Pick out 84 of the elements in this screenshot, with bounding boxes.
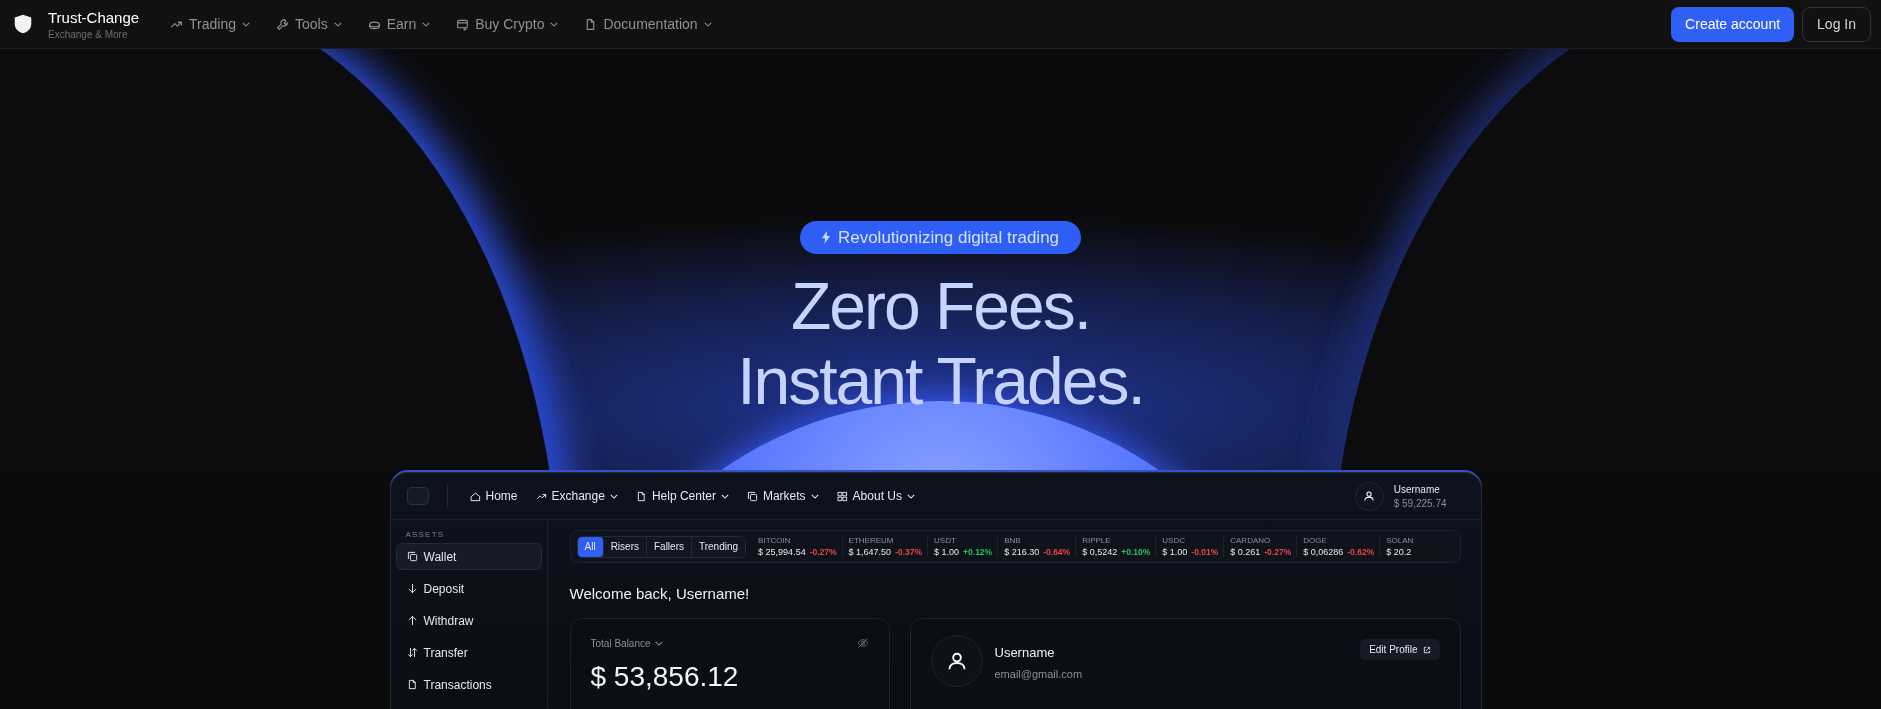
total-balance-dropdown[interactable]: Total Balance xyxy=(590,637,663,649)
price-change: -0.27% xyxy=(809,547,837,557)
stack-icon xyxy=(746,490,758,502)
caret-icon xyxy=(703,21,712,27)
home-icon xyxy=(469,490,481,502)
coin-name: RIPPLE xyxy=(1082,536,1112,545)
hero-headline: Zero Fees. xyxy=(790,269,1091,344)
coin-price: $ 20.2 xyxy=(1386,547,1412,557)
filter-tab[interactable]: Fallers xyxy=(646,536,692,557)
coin-name: USDT xyxy=(934,536,957,545)
create-account-button[interactable]: Create account xyxy=(1671,6,1795,42)
coin-name: DOGE xyxy=(1303,536,1328,545)
coin-name: BNB xyxy=(1004,536,1022,545)
brand-tagline: Exchange & More xyxy=(48,28,129,40)
price-change: -0.37% xyxy=(895,547,923,557)
lightning-icon xyxy=(821,231,830,244)
wrench-icon xyxy=(275,17,289,31)
app-nav-item[interactable]: Markets xyxy=(746,489,819,503)
app-nav-item[interactable]: Home xyxy=(469,489,518,503)
swap-icon xyxy=(406,647,418,658)
caret-icon xyxy=(241,21,250,27)
nav-menu-item[interactable]: Earn xyxy=(367,16,431,32)
coin-price: $ 0,06286 xyxy=(1303,547,1344,557)
nav-menu-item[interactable]: Tools xyxy=(275,16,342,32)
app-nav-item[interactable]: Help Center xyxy=(635,489,729,503)
price-change: +0.10% xyxy=(1121,547,1151,557)
nav-menu-item[interactable]: Buy Crypto xyxy=(456,16,559,32)
total-balance-amount: $ 53,856.12 xyxy=(590,661,739,693)
filter-tab[interactable]: Trending xyxy=(692,536,746,557)
caret-icon xyxy=(654,640,663,646)
coin-name: CARDANO xyxy=(1230,536,1272,545)
sidebar-section-heading: ASSETS xyxy=(404,530,446,541)
coin-price: $ 25,994.54 xyxy=(758,547,806,557)
shield-logo-icon xyxy=(12,12,34,36)
price-change: -0.01% xyxy=(1191,547,1219,557)
edit-profile-button[interactable]: Edit Profile xyxy=(1360,639,1440,660)
account-balance: $ 59,225.74 xyxy=(1393,497,1447,509)
sidebar-item[interactable]: Withdraw xyxy=(395,607,542,634)
down-arrow-icon xyxy=(406,583,418,594)
sidebar-item[interactable]: Transactions xyxy=(395,671,542,698)
profile-email: email@gmail.com xyxy=(994,668,1083,680)
sidebar-item[interactable]: Deposit xyxy=(395,575,542,602)
price-change: -0.64% xyxy=(1043,547,1071,557)
sidebar-item[interactable]: Transfer xyxy=(395,639,542,666)
app-nav-item[interactable]: About Us xyxy=(836,489,915,503)
nav-menu-item[interactable]: Trading xyxy=(170,16,250,32)
username: Username xyxy=(1393,483,1441,495)
document-icon xyxy=(406,679,418,690)
stack-icon xyxy=(406,551,418,562)
brand-name[interactable]: Trust-Change xyxy=(48,8,140,26)
announcement-badge[interactable]: Revolutionizing digital trading xyxy=(799,221,1082,254)
coin-price: $ 1,647.50 xyxy=(848,547,892,557)
price-change: +0.12% xyxy=(963,547,993,557)
caret-icon xyxy=(550,21,559,27)
logo-placeholder-icon xyxy=(406,487,429,505)
user-avatar-icon[interactable] xyxy=(1354,481,1384,511)
price-change: -0.62% xyxy=(1347,547,1375,557)
app-nav-item[interactable]: Exchange xyxy=(535,489,618,503)
coin-price: $ 216.30 xyxy=(1004,547,1040,557)
coin-name: USDC xyxy=(1162,536,1186,545)
filter-tab[interactable]: All xyxy=(577,536,604,557)
caret-icon xyxy=(333,21,342,27)
login-button[interactable]: Log In xyxy=(1802,6,1871,42)
coin-price: $ 1.00 xyxy=(934,547,960,557)
caret-icon xyxy=(422,21,431,27)
coin-price: $ 1.00 xyxy=(1162,547,1188,557)
card-icon xyxy=(456,17,470,31)
up-arrow-icon xyxy=(406,615,418,626)
coin-name: BITCOIN xyxy=(758,536,792,545)
welcome-message: Welcome back, Username! xyxy=(569,585,751,602)
coin-price: $ 0.261 xyxy=(1230,547,1261,557)
nav-menu-item[interactable]: Documentation xyxy=(584,16,712,32)
grid-icon xyxy=(836,490,848,502)
hero-headline: Instant Trades. xyxy=(737,344,1144,419)
coin-name: SOLAN xyxy=(1386,536,1414,545)
sidebar-item[interactable]: Wallet xyxy=(395,543,542,570)
coin-price: $ 0,5242 xyxy=(1082,547,1118,557)
hidden-eye-icon[interactable] xyxy=(856,637,869,649)
filter-tab[interactable]: Risers xyxy=(603,536,647,557)
price-change: -0.27% xyxy=(1264,547,1292,557)
document-icon xyxy=(635,490,647,502)
profile-name: Username xyxy=(994,645,1056,660)
external-link-icon xyxy=(1422,645,1431,654)
coin-name: ETHEREUM xyxy=(848,536,895,545)
